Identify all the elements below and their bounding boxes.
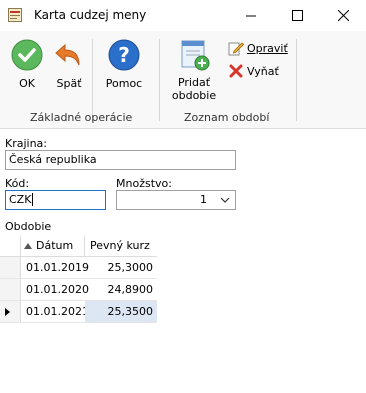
- table-row[interactable]: 01.01.2019 25,3000: [0, 257, 157, 279]
- add-document-icon: [181, 40, 210, 71]
- quantity-value: 1: [200, 193, 207, 206]
- edit-button[interactable]: Opraviť: [228, 40, 288, 56]
- window-title: Karta cudzej meny: [34, 8, 147, 22]
- delete-x-icon: [229, 64, 243, 78]
- table-row[interactable]: 01.01.2020 24,8900: [0, 279, 157, 301]
- quantity-label: Množstvo:: [116, 177, 172, 190]
- back-label: Späť: [56, 77, 82, 90]
- cell-rate: 24,8900: [107, 283, 154, 296]
- column-divider: [84, 236, 85, 256]
- ok-label: OK: [19, 77, 35, 90]
- delete-label: Vyňať: [247, 64, 279, 78]
- quantity-stepper[interactable]: 1: [116, 190, 236, 210]
- minimize-button[interactable]: [228, 0, 274, 31]
- group-label-periods: Zoznam období: [184, 111, 270, 124]
- maximize-icon: [291, 10, 303, 21]
- ok-button[interactable]: OK: [10, 39, 44, 90]
- code-value: CZK: [9, 193, 32, 206]
- ribbon-divider: [159, 39, 160, 121]
- edit-label: Opraviť: [247, 41, 288, 55]
- help-label: Pomoc: [105, 77, 143, 90]
- row-indicator-header: [0, 236, 21, 256]
- back-button[interactable]: Späť: [52, 39, 86, 90]
- ribbon-divider: [296, 39, 297, 121]
- undo-arrow-icon: [55, 43, 80, 66]
- cell-rate: 25,3500: [85, 301, 157, 322]
- add-period-label-2: obdobie: [171, 89, 217, 102]
- close-icon: [337, 10, 349, 21]
- app-icon: [8, 8, 22, 22]
- row-indicator: [0, 301, 21, 322]
- code-label: Kód:: [5, 177, 30, 190]
- close-button[interactable]: [320, 0, 366, 31]
- question-mark-icon: ?: [108, 39, 140, 71]
- maximize-button[interactable]: [274, 0, 320, 31]
- current-row-arrow-icon: [5, 308, 10, 316]
- delete-button[interactable]: Vyňať: [228, 63, 279, 79]
- svg-text:?: ?: [118, 43, 130, 67]
- cell-rate: 25,3000: [107, 261, 154, 274]
- ribbon: OK Späť ? Pomoc Pridať obdobie Opraviť V…: [0, 31, 366, 129]
- row-indicator: [0, 257, 21, 278]
- cell-date: 01.01.2019: [26, 261, 89, 274]
- column-header-rate[interactable]: Pevný kurz: [90, 236, 150, 257]
- help-button[interactable]: ? Pomoc: [102, 39, 146, 90]
- ribbon-divider: [92, 39, 93, 121]
- group-label-basic: Základné operácie: [30, 111, 133, 124]
- country-field[interactable]: Česká republika: [5, 150, 236, 170]
- periods-table: Dátum Pevný kurz 01.01.2019 25,3000 01.0…: [0, 236, 157, 323]
- code-field[interactable]: CZK: [5, 190, 106, 210]
- column-header-date[interactable]: Dátum: [36, 236, 73, 257]
- cell-date: 01.01.2020: [26, 283, 89, 296]
- add-period-label-1: Pridať: [177, 76, 211, 89]
- minimize-icon: [246, 15, 256, 16]
- edit-pencil-icon: [228, 42, 244, 56]
- sort-ascending-icon: [24, 243, 32, 249]
- chevron-down-icon[interactable]: [220, 197, 230, 204]
- table-header: Dátum Pevný kurz: [0, 236, 157, 257]
- add-period-button[interactable]: Pridať obdobie: [168, 39, 220, 102]
- row-indicator: [0, 279, 21, 300]
- periods-label: Obdobie: [5, 220, 52, 233]
- cell-date: 01.01.2021: [26, 305, 89, 318]
- table-row-selected[interactable]: 01.01.2021 25,3500: [0, 301, 157, 323]
- title-bar: Karta cudzej meny: [0, 0, 366, 31]
- country-label: Krajina:: [5, 137, 48, 150]
- checkmark-icon: [11, 39, 43, 71]
